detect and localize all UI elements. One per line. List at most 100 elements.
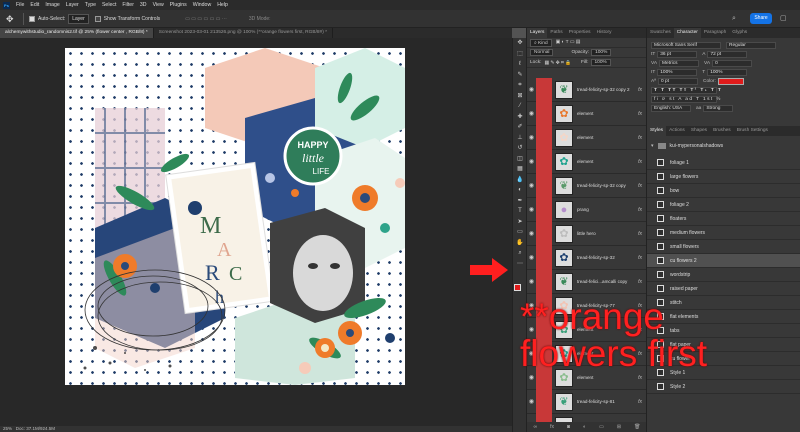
visibility-eye-icon[interactable]: ◉ — [527, 86, 536, 93]
tab-layers[interactable]: Layers — [527, 28, 548, 38]
fx-icon[interactable]: fx — [638, 231, 642, 237]
tab-brushes[interactable]: Brushes — [710, 126, 734, 136]
type-tool-icon[interactable]: T — [513, 206, 527, 217]
foreground-color-swatch[interactable] — [514, 284, 521, 291]
font-size-field[interactable]: 36 pt — [657, 51, 698, 58]
brush-tool-icon[interactable]: ✐ — [513, 122, 527, 133]
style-item[interactable]: foliage 2 — [647, 198, 800, 212]
layer-row[interactable]: ◉ ✿ little hero fx — [527, 221, 647, 246]
fx-icon[interactable]: fx — [638, 399, 642, 405]
visibility-eye-icon[interactable]: ◉ — [527, 206, 536, 213]
menu-file[interactable]: File — [16, 2, 24, 8]
tracking-field[interactable]: 0 — [712, 60, 753, 67]
visibility-eye-icon[interactable]: ◉ — [527, 374, 536, 381]
scrapbook-page[interactable]: M A R C h HAPPY little LIFE — [65, 48, 405, 385]
marquee-tool-icon[interactable]: ⬚ — [513, 49, 527, 60]
layer-row[interactable]: ◉ ❦ tread-felicity-sp-32 copy fx — [527, 173, 647, 198]
style-item[interactable]: small flowers — [647, 240, 800, 254]
visibility-eye-icon[interactable]: ◉ — [527, 182, 536, 189]
menu-window[interactable]: Window — [193, 2, 211, 8]
menu-select[interactable]: Select — [102, 2, 116, 8]
opacity-field[interactable]: 100% — [591, 49, 612, 56]
visibility-eye-icon[interactable]: ◉ — [527, 278, 536, 285]
layer-row[interactable]: ◉ ✿ tread-felicity-sp-77 fx — [527, 293, 647, 318]
antialias-field[interactable]: Strong — [703, 105, 734, 112]
fx-icon[interactable]: fx — [638, 183, 642, 189]
kind-filter-dropdown[interactable]: ⌕ Kind — [530, 38, 552, 47]
style-item[interactable]: cu flower — [647, 352, 800, 366]
tab-paths[interactable]: Paths — [547, 28, 565, 38]
blur-tool-icon[interactable]: 💧 — [513, 175, 527, 186]
style-item[interactable]: Style 2 — [647, 380, 800, 394]
menu-view[interactable]: View — [153, 2, 164, 8]
vertical-scale-field[interactable]: 100% — [657, 69, 698, 76]
zoom-tool-icon[interactable]: ⌕ — [513, 248, 527, 259]
more-tools-icon[interactable]: ⋯ — [513, 259, 527, 270]
style-item[interactable]: tabs — [647, 324, 800, 338]
layer-row[interactable]: ◉ ✿ element fx — [527, 101, 647, 126]
adjustment-icon[interactable]: ◐ — [583, 424, 586, 430]
style-item[interactable]: wordstrip — [647, 268, 800, 282]
visibility-eye-icon[interactable]: ◉ — [527, 158, 536, 165]
text-color-swatch[interactable] — [717, 78, 744, 85]
doc-tab-screenshot[interactable]: Screenshot 2023-03-01 213526.png @ 100% … — [154, 28, 334, 38]
tab-styles[interactable]: Styles — [647, 126, 667, 136]
stamp-tool-icon[interactable]: ⊥ — [513, 133, 527, 144]
new-layer-icon[interactable]: ⊞ — [617, 424, 621, 430]
folder-icon[interactable]: ▭ — [599, 424, 604, 430]
visibility-eye-icon[interactable]: ◉ — [527, 326, 536, 333]
gradient-tool-icon[interactable]: ▦ — [513, 164, 527, 175]
doc-tab-main[interactable]: alchemywithstudio_randomnis2.tif @ 25% (… — [0, 28, 154, 38]
menu-image[interactable]: Image — [45, 2, 59, 8]
layer-row[interactable]: ◉ ✿ element fx — [527, 341, 647, 366]
shape-tool-icon[interactable]: ▭ — [513, 227, 527, 238]
layer-row[interactable]: ◉ ❦ tread-felicity-sp-81 fx — [527, 389, 647, 414]
fx-icon[interactable]: fx — [638, 327, 642, 333]
fx-icon[interactable]: fx — [638, 375, 642, 381]
fx-icon[interactable]: fx — [638, 87, 642, 93]
style-item[interactable]: foliage 1 — [647, 156, 800, 170]
visibility-eye-icon[interactable]: ◉ — [527, 110, 536, 117]
fx-icon[interactable]: fx — [638, 255, 642, 261]
horizontal-scale-field[interactable]: 100% — [707, 69, 748, 76]
menu-filter[interactable]: Filter — [122, 2, 134, 8]
layer-row[interactable]: ◉ ✿ element fx — [527, 149, 647, 174]
hand-tool-icon[interactable]: ✋ — [513, 238, 527, 249]
tab-shapes[interactable]: Shapes — [688, 126, 710, 136]
style-list[interactable]: foliage 1 large flowers bow foliage 2 floate… — [647, 156, 800, 394]
eraser-tool-icon[interactable]: ◫ — [513, 154, 527, 165]
tab-brush-settings[interactable]: Brush Settings — [734, 126, 771, 136]
style-item[interactable]: flat elements — [647, 310, 800, 324]
tab-history[interactable]: History — [594, 28, 615, 38]
dodge-tool-icon[interactable]: ◐ — [513, 185, 527, 196]
tab-actions[interactable]: Actions — [666, 126, 688, 136]
visibility-eye-icon[interactable]: ◉ — [527, 302, 536, 309]
layer-list[interactable]: ◉ ❦ tread-felicity-sp-32 copy 2 fx ◉ ✿ element… — [527, 78, 647, 422]
layer-row[interactable]: ◉ ✿ element fx — [527, 125, 647, 150]
visibility-eye-icon[interactable]: ◉ — [527, 350, 536, 357]
fx-icon[interactable]: fx — [638, 135, 642, 141]
style-item[interactable]: medium flowers — [647, 226, 800, 240]
workspace-icon[interactable]: ▢ — [780, 15, 788, 23]
lock-icons[interactable]: ▦ ✎ ✥ ⌗ 🔒 — [544, 60, 571, 66]
fx-icon[interactable]: fx — [638, 111, 642, 117]
mask-icon[interactable]: ◙ — [567, 424, 570, 430]
layer-row[interactable]: ◉ ✿ element fx — [527, 317, 647, 342]
visibility-eye-icon[interactable]: ◉ — [527, 230, 536, 237]
quick-select-tool-icon[interactable]: ✎ — [513, 70, 527, 81]
menu-layer[interactable]: Layer — [66, 2, 79, 8]
search-icon[interactable]: ⌕ — [732, 15, 740, 23]
trash-icon[interactable]: 🗑 — [634, 424, 640, 430]
layer-row[interactable]: ◉ ❦ tread-felici...amcalli copy fx — [527, 269, 647, 294]
align-icons[interactable]: ▭ ▭ ▭ ▭ ▭ ▭ ⋯ — [185, 16, 227, 22]
font-style-field[interactable]: Regular — [726, 42, 776, 49]
frame-tool-icon[interactable]: ⊠ — [513, 91, 527, 102]
move-tool-icon[interactable]: ✥ — [513, 38, 527, 49]
kerning-field[interactable]: Metrics — [659, 60, 700, 67]
show-transform-checkbox[interactable] — [94, 15, 101, 22]
blend-mode-dropdown[interactable]: Normal — [530, 49, 554, 56]
fx-icon[interactable]: fx — [638, 279, 642, 285]
layer-row[interactable]: ◉ ❦ tread-felicity-sp-32 copy 2 fx — [527, 78, 647, 102]
language-field[interactable]: English: USA — [651, 105, 691, 112]
healing-tool-icon[interactable]: ✚ — [513, 112, 527, 123]
